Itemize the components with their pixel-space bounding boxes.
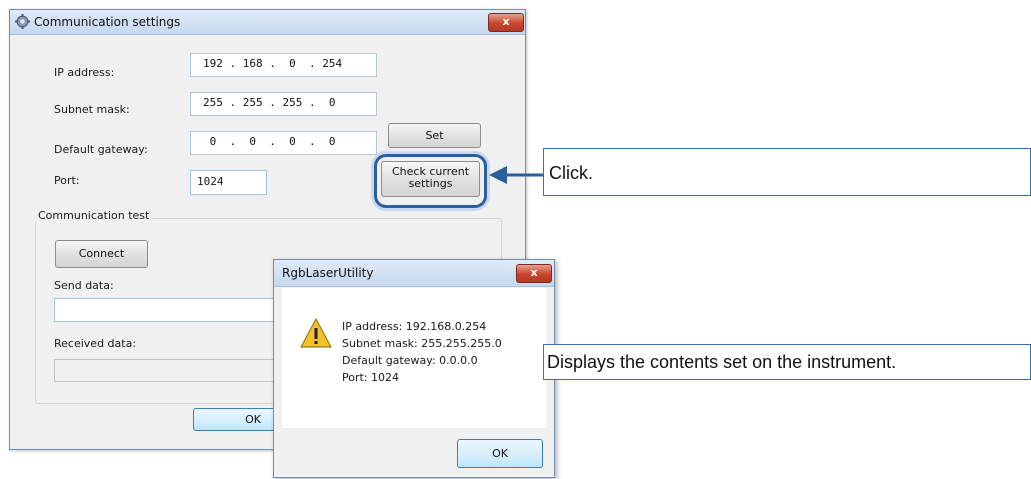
dialog-line-subnet: Subnet mask: 255.255.255.0 <box>342 337 502 350</box>
click-callout: Click. <box>543 148 1031 196</box>
connect-button-label: Connect <box>78 247 125 260</box>
default-gateway-label: Default gateway: <box>54 143 148 156</box>
settings-icon <box>15 14 30 29</box>
ip-address-field[interactable]: 192 . 168 . 0 . 254 <box>190 53 377 77</box>
dialog-line-ip: IP address: 192.168.0.254 <box>342 320 487 333</box>
communication-test-label: Communication test <box>35 209 153 222</box>
dialog-line-gateway: Default gateway: 0.0.0.0 <box>342 354 478 367</box>
connect-button[interactable]: Connect <box>55 240 148 268</box>
displays-callout: Displays the contents set on the instrum… <box>543 344 1031 380</box>
displays-callout-text: Displays the contents set on the instrum… <box>547 352 897 372</box>
dialog-title: RgbLaserUtility <box>282 266 374 280</box>
subnet-mask-field[interactable]: 255 . 255 . 255 . 0 <box>190 92 377 116</box>
dialog-line-port: Port: 1024 <box>342 371 400 384</box>
window-title: Communication settings <box>34 15 181 29</box>
send-data-label: Send data: <box>54 279 114 292</box>
default-gateway-field[interactable]: 0 . 0 . 0 . 0 <box>190 131 377 155</box>
info-dialog: RgbLaserUtility x IP address: 192.168.0.… <box>273 259 555 478</box>
click-arrow <box>487 162 543 188</box>
dialog-message: IP address: 192.168.0.254 Subnet mask: 2… <box>342 318 502 386</box>
close-button[interactable]: x <box>488 13 524 32</box>
set-button-label: Set <box>425 129 444 142</box>
port-value: 1024 <box>197 175 224 188</box>
ip-address-label: IP address: <box>54 66 115 79</box>
dialog-titlebar[interactable]: RgbLaserUtility x <box>274 260 554 287</box>
dialog-close-button[interactable]: x <box>516 264 552 283</box>
warning-icon <box>300 318 332 348</box>
port-label: Port: <box>54 174 80 187</box>
port-field[interactable]: 1024 <box>190 170 267 195</box>
click-callout-text: Click. <box>549 163 593 183</box>
titlebar[interactable]: Communication settings x <box>10 10 525 35</box>
ok-button-label: OK <box>245 413 261 426</box>
close-icon: x <box>530 266 538 279</box>
dialog-ok-button[interactable]: OK <box>457 439 543 468</box>
received-data-label: Received data: <box>54 337 137 350</box>
dialog-body: IP address: 192.168.0.254 Subnet mask: 2… <box>282 288 546 428</box>
set-button[interactable]: Set <box>388 123 481 148</box>
dialog-ok-label: OK <box>492 447 508 460</box>
close-icon: x <box>502 15 510 28</box>
subnet-mask-label: Subnet mask: <box>54 103 130 116</box>
check-button-highlight <box>374 154 487 208</box>
